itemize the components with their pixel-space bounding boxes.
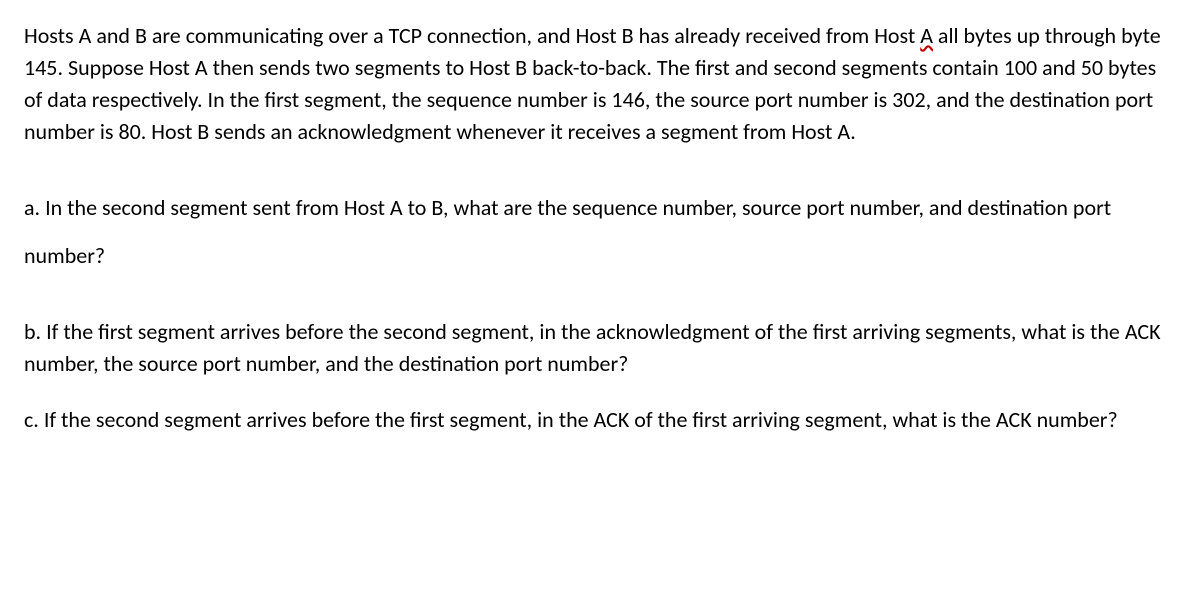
question-c: c. If the second segment arrives before … — [24, 404, 1166, 436]
intro-text-pre: Hosts A and B are communicating over a T… — [24, 22, 920, 49]
spellcheck-word: A — [920, 22, 933, 49]
question-a: a. In the second segment sent from Host … — [24, 184, 1166, 281]
question-b: b. If the first segment arrives before t… — [24, 316, 1166, 380]
intro-paragraph: Hosts A and B are communicating over a T… — [24, 20, 1166, 148]
